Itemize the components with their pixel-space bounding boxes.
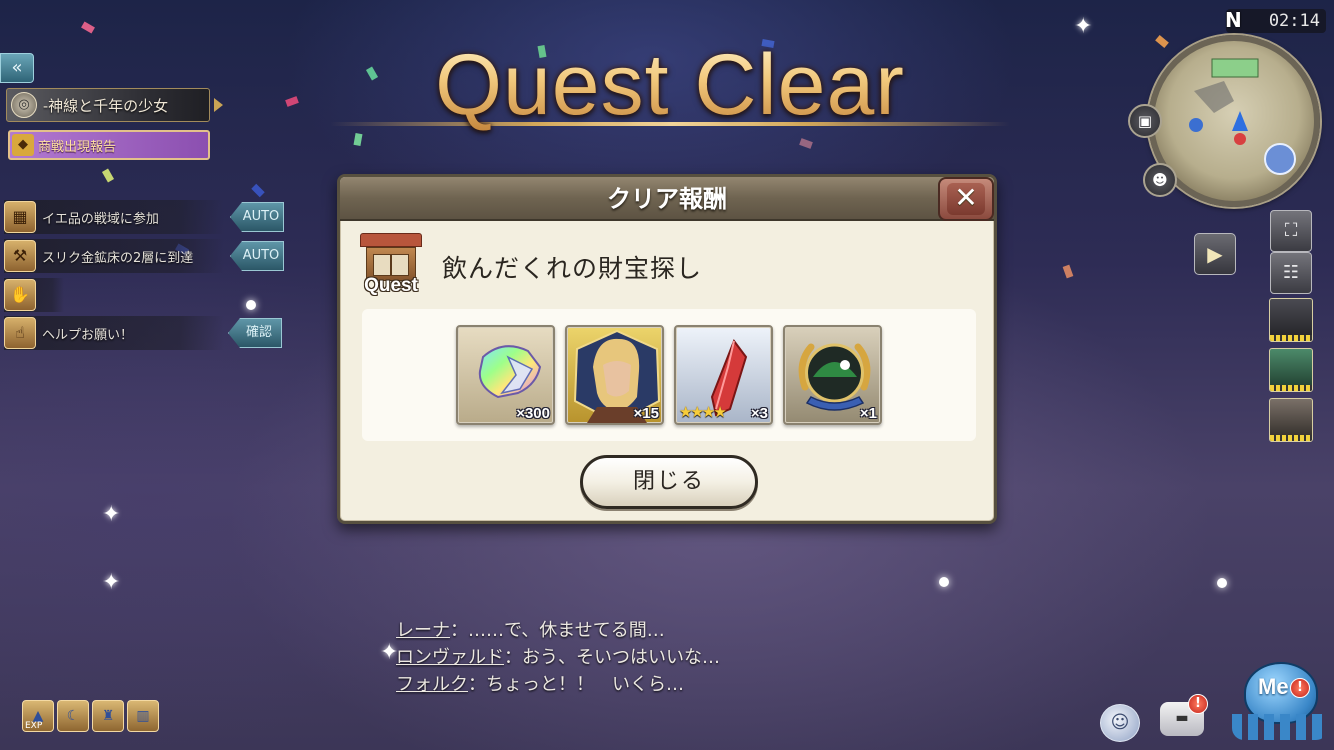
user-frame-icon: ⛶ <box>1284 220 1298 241</box>
help-hand-icon: ☝ <box>4 317 36 349</box>
party-members-button[interactable]: ☷ <box>1270 252 1312 294</box>
confirm-tag-button[interactable]: 確認 <box>228 318 282 348</box>
character-face-icon: ☻ <box>1152 171 1168 189</box>
double-chevron-left-icon: « <box>11 57 23 78</box>
story-emblem-icon: ◎ <box>11 92 37 118</box>
speaker-name[interactable]: ロンヴァルド <box>396 647 504 668</box>
quest-name: 飲んだくれの財宝探し <box>442 254 703 283</box>
sparkle-dot <box>939 577 949 587</box>
rewards-panel: ×300 ×15 ★★★★ ×3 ×1 <box>362 309 976 441</box>
party-frame-button[interactable]: ⛶ <box>1270 210 1312 252</box>
dialogue-text: ：ちょっと！！ いくら… <box>468 674 684 695</box>
confetti-piece <box>799 138 813 149</box>
close-dialog-button[interactable]: 閉じる <box>580 455 758 509</box>
dialogue-line: フォルク：ちょっと！！ いくら… <box>396 670 720 697</box>
dialogue-text: ：……で、休ませてる間… <box>450 620 665 641</box>
quest-shop-icon: Quest <box>358 229 424 299</box>
task-label: イエ品の戦域に参加 <box>42 211 159 227</box>
quest-badge-label: Quest <box>364 275 418 296</box>
minimap-menu-button[interactable]: ☻ <box>1143 163 1177 197</box>
stat-boost-icon[interactable]: ▥ <box>127 700 159 732</box>
confetti-piece <box>353 132 363 147</box>
me-menu-button[interactable]: Me ! <box>1228 656 1328 746</box>
minimap-terrain <box>1189 58 1296 175</box>
notification-badge: ! <box>1290 678 1310 698</box>
dialogue-line: ロンヴァルド：おう、そいつはいいな… <box>396 643 720 670</box>
video-camera-icon: ▶ <box>1207 242 1223 266</box>
close-icon: ✕ <box>947 183 985 215</box>
group-icon: ☷ <box>1282 262 1300 283</box>
collapse-panel-button[interactable]: « <box>0 53 34 83</box>
task-row[interactable]: ⚒ スリク金鉱床の2層に到達 <box>4 239 224 273</box>
reward-count: ×3 <box>750 405 768 422</box>
chat-bubble-icon: ▬ <box>1175 710 1189 726</box>
handshake-icon: ✋ <box>4 279 36 311</box>
sparkle: ✦ <box>1074 14 1093 39</box>
reward-hat-emblem[interactable]: ×1 <box>783 325 882 425</box>
warning-icon: ◆ <box>12 134 34 156</box>
task-row[interactable]: ✋ <box>4 278 64 312</box>
chat-button[interactable]: ▬ ! <box>1160 694 1208 736</box>
speaker-name[interactable]: フォルク <box>396 674 468 695</box>
dialogue-line: レーナ：……で、休ませてる間… <box>396 616 720 643</box>
auto-tag-button[interactable]: AUTO <box>230 202 284 232</box>
reward-count: ×15 <box>633 405 659 422</box>
rarity-stars: ★★★★ <box>679 403 727 421</box>
reward-count: ×1 <box>859 405 877 422</box>
smiley-icon: ☺ <box>1110 712 1130 733</box>
camera-button[interactable]: ▶ <box>1194 233 1236 275</box>
report-label: 商戦出現報告 <box>38 139 117 155</box>
reward-rainbow-crystal[interactable]: ×300 <box>456 325 555 425</box>
dialog-title: クリア報酬 <box>607 185 727 213</box>
reward-character[interactable]: ×15 <box>565 325 664 425</box>
sparkle-dot <box>246 300 256 310</box>
sparkle: ✦ <box>102 570 121 595</box>
confetti-piece <box>365 66 379 81</box>
map-icon: ▣ <box>1137 112 1153 130</box>
auto-tag-button[interactable]: AUTO <box>230 241 284 271</box>
party-avatar-2[interactable] <box>1269 348 1313 392</box>
party-avatar-3[interactable] <box>1269 398 1313 442</box>
close-x-button[interactable]: ✕ <box>938 177 994 221</box>
story-title: -神線と千年の少女 <box>43 96 169 115</box>
shop-icon: ▦ <box>4 201 36 233</box>
triangle-right-icon <box>214 98 223 112</box>
exp-boost-icon[interactable]: ▲ EXP <box>22 700 54 732</box>
compass-north-label: N <box>1225 8 1242 32</box>
confetti-piece <box>285 96 299 107</box>
story-banner[interactable]: ◎ -神線と千年の少女 <box>6 88 210 122</box>
dialogue-log: レーナ：……で、休ませてる間… ロンヴァルド：おう、そいつはいいな… フォルク：… <box>396 616 720 697</box>
confetti-piece <box>81 21 95 34</box>
confetti-piece <box>101 168 115 183</box>
sparkle-dot <box>1217 578 1227 588</box>
pickaxe-icon: ⚒ <box>4 240 36 272</box>
moon-boost-icon[interactable]: ☾ <box>57 700 89 732</box>
quest-clear-title: Quest Clear <box>380 36 960 135</box>
drop-boost-icon[interactable]: ♜ <box>92 700 124 732</box>
reward-count: ×300 <box>516 405 550 422</box>
boost-icons: ▲ EXP ☾ ♜ ▥ <box>22 700 159 732</box>
task-row[interactable]: ☝ ヘルプお願い！ <box>4 316 224 350</box>
speaker-name[interactable]: レーナ <box>396 620 450 641</box>
sparkle: ✦ <box>102 502 121 527</box>
party-avatar-1[interactable] <box>1269 298 1313 342</box>
confetti-piece <box>1062 264 1074 279</box>
reward-red-crystal[interactable]: ★★★★ ×3 <box>674 325 773 425</box>
confetti-piece <box>251 183 265 198</box>
task-label: スリク金鉱床の2層に到達 <box>42 250 194 266</box>
report-banner[interactable]: ◆ 商戦出現報告 <box>8 130 210 160</box>
me-label: Me <box>1258 674 1289 699</box>
notification-badge: ! <box>1188 694 1208 714</box>
dialogue-text: ：おう、そいつはいいな… <box>504 647 720 668</box>
stamp-button[interactable]: ☺ <box>1100 704 1140 742</box>
minimap-zoom-button[interactable]: ▣ <box>1128 104 1162 138</box>
task-label: ヘルプお願い！ <box>42 327 134 343</box>
task-row[interactable]: ▦ イエ品の戦域に参加 <box>4 200 224 234</box>
clear-reward-dialog: クリア報酬 ✕ Quest 飲んだくれの財宝探し ×300 ×15 ★★★★ ×… <box>337 174 997 524</box>
